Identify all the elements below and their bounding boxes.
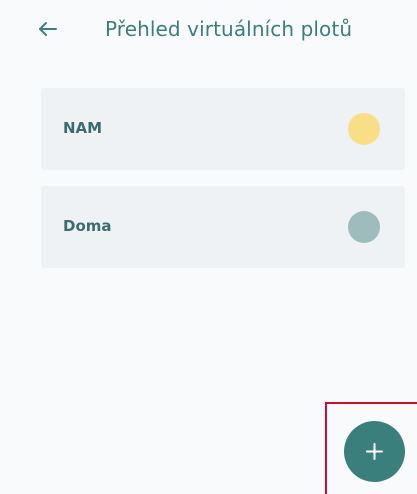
add-fence-button[interactable]	[344, 421, 405, 482]
fence-color-dot	[348, 211, 380, 243]
fence-item-label: Doma	[63, 217, 112, 235]
plus-icon	[366, 443, 383, 460]
page-title: Přehled virtuálních plotů	[105, 17, 353, 41]
back-button[interactable]	[34, 14, 64, 44]
fence-color-dot	[348, 113, 380, 145]
fence-item-label: NAM	[63, 119, 103, 137]
fence-item-doma[interactable]: Doma	[41, 186, 405, 268]
arrow-left-icon	[39, 22, 57, 36]
app-header: Přehled virtuálních plotů	[0, 0, 417, 58]
fence-item-nam[interactable]: NAM	[41, 88, 405, 170]
fence-overview-screen: Přehled virtuálních plotů NAM Doma	[0, 0, 417, 494]
